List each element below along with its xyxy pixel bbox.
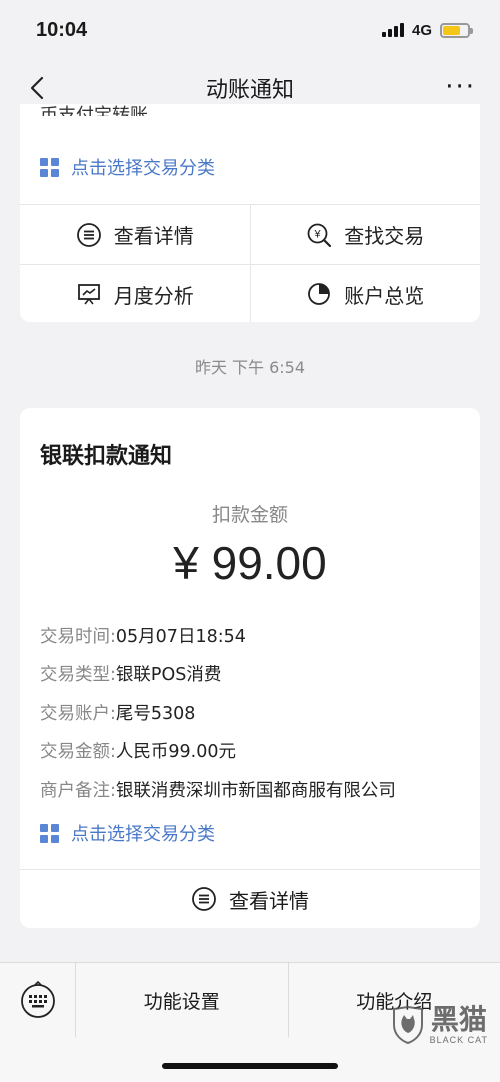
view-details-button[interactable]: 查看详情	[20, 869, 480, 928]
detail-row: 商户备注: 银联消费深圳市新国都商服有限公司	[40, 770, 460, 809]
status-icons: 4G	[381, 21, 473, 39]
select-category-link[interactable]: 点击选择交易分类	[40, 820, 215, 846]
detail-value: 人民币99.00元	[115, 742, 237, 763]
keyboard-toggle-button[interactable]	[0, 963, 76, 1037]
detail-row: 交易类型: 银联POS消费	[40, 655, 460, 694]
select-category-label: 点击选择交易分类	[71, 158, 215, 179]
status-bar: 10:04 4G	[0, 0, 500, 60]
detail-value: 05月07日18:54	[115, 626, 246, 647]
detail-row: 交易金额: 人民币99.00元	[40, 732, 460, 771]
monthly-analysis-label: 月度分析	[113, 283, 194, 308]
select-category-label: 点击选择交易分类	[71, 824, 215, 845]
view-details-label: 查看详情	[113, 224, 194, 248]
network-type: 4G	[411, 21, 432, 39]
message-timestamp: 昨天 下午 6:54	[194, 358, 306, 377]
detail-key: 商户备注:	[40, 780, 116, 801]
select-category-link[interactable]: 点击选择交易分类	[40, 154, 215, 180]
account-overview-label: 账户总览	[344, 283, 425, 308]
status-time: 10:04	[36, 18, 88, 41]
bottom-menu-bar: 功能设置 功能介绍 黑猫 BLACK CAT	[0, 962, 500, 1082]
chart-board-icon	[77, 284, 100, 305]
list-circle-icon	[76, 222, 101, 247]
notice-title: 银联扣款通知	[40, 444, 173, 469]
list-circle-icon	[192, 887, 216, 911]
more-icon[interactable]: ···	[445, 72, 476, 102]
view-details-button[interactable]: 查看详情	[20, 205, 250, 264]
view-details-label: 查看详情	[229, 888, 309, 913]
previous-notice-card: 币支付宝转账 点击选择交易分类 查看详情 ¥ 查找交易 月度分析 账户总览	[20, 104, 480, 322]
detail-key: 交易金额:	[40, 742, 116, 763]
watermark: 黑猫 BLACK CAT	[390, 1005, 488, 1045]
find-transaction-button[interactable]: ¥ 查找交易	[249, 205, 481, 264]
keyboard-icon	[20, 981, 55, 1018]
truncated-text: 币支付宝转账	[40, 105, 148, 116]
detail-key: 交易类型:	[40, 665, 116, 686]
amount-label: 扣款金额	[211, 504, 288, 526]
find-transaction-label: 查找交易	[344, 224, 425, 248]
account-overview-button[interactable]: 账户总览	[249, 265, 481, 322]
detail-value: 银联消费深圳市新国都商服有限公司	[115, 780, 396, 801]
watermark-cn: 黑猫	[430, 1003, 487, 1036]
svg-text:¥: ¥	[314, 228, 322, 240]
monthly-analysis-button[interactable]: 月度分析	[20, 265, 250, 322]
page-title: 动账通知	[205, 78, 294, 103]
debit-notice-card: 银联扣款通知 扣款金额 ¥ 99.00 交易时间: 05月07日18:54 交易…	[20, 408, 480, 928]
detail-key: 交易时间:	[40, 626, 116, 647]
detail-value: 尾号5308	[115, 703, 196, 724]
black-cat-logo-icon	[392, 1005, 423, 1045]
detail-row: 交易账户: 尾号5308	[40, 693, 460, 732]
action-grid: 查看详情 ¥ 查找交易 月度分析 账户总览	[20, 204, 480, 322]
menu-function-settings[interactable]: 功能设置	[76, 963, 288, 1037]
home-indicator	[162, 1063, 338, 1069]
signal-icon	[381, 23, 404, 37]
transaction-details: 交易时间: 05月07日18:54 交易类型: 银联POS消费 交易账户: 尾号…	[40, 616, 460, 809]
chevron-left-icon[interactable]	[26, 74, 50, 102]
grid-icon	[40, 823, 59, 843]
pie-chart-icon	[308, 283, 331, 305]
grid-icon	[40, 157, 59, 177]
watermark-en: BLACK CAT	[429, 1035, 488, 1045]
detail-row: 交易时间: 05月07日18:54	[40, 616, 460, 655]
detail-value: 银联POS消费	[115, 665, 222, 686]
amount-value: ¥ 99.00	[173, 537, 327, 589]
detail-key: 交易账户:	[40, 703, 116, 724]
search-yen-icon: ¥	[307, 223, 332, 247]
battery-icon	[440, 22, 473, 38]
